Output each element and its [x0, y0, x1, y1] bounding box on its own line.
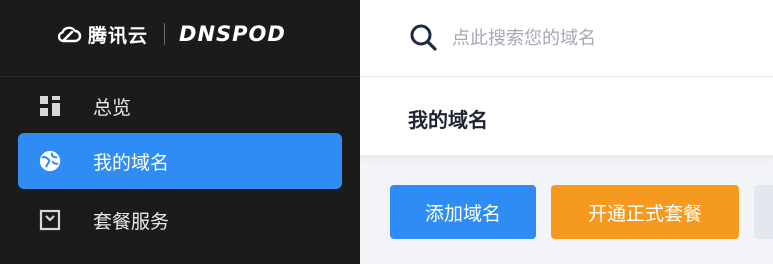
tencent-cloud-icon [57, 26, 82, 43]
sidebar-item-label: 套餐服务 [93, 210, 170, 233]
dashboard-grid-icon [38, 94, 62, 118]
top-search-bar [360, 0, 773, 77]
sidebar-item-label: 总览 [93, 96, 132, 119]
brand-separator [164, 23, 166, 45]
sidebar-item-label: 我的域名 [93, 151, 170, 174]
add-domain-button[interactable]: 添加域名 [390, 185, 536, 239]
page-title: 我的域名 [408, 108, 488, 132]
search-icon[interactable] [408, 22, 438, 52]
globe-icon [38, 149, 62, 173]
brand-logo[interactable]: 腾讯云 DNSPOD [56, 18, 286, 50]
brand-name-cn: 腾讯云 [88, 24, 149, 47]
sidebar-item-overview[interactable]: 总览 [18, 78, 342, 134]
sidebar: 腾讯云 DNSPOD 总览 我的域名 套餐服务 [0, 0, 360, 264]
sidebar-item-my-domains[interactable]: 我的域名 [18, 133, 342, 189]
brand-name-en: DNSPOD [179, 22, 286, 46]
sidebar-item-packages[interactable]: 套餐服务 [18, 192, 342, 248]
open-pro-plan-button[interactable]: 开通正式套餐 [551, 185, 739, 239]
search-input[interactable] [450, 20, 754, 56]
more-actions-button[interactable] [754, 185, 773, 239]
page-header: 我的域名 [360, 77, 773, 155]
package-icon [38, 208, 62, 232]
sidebar-divider [0, 76, 360, 77]
